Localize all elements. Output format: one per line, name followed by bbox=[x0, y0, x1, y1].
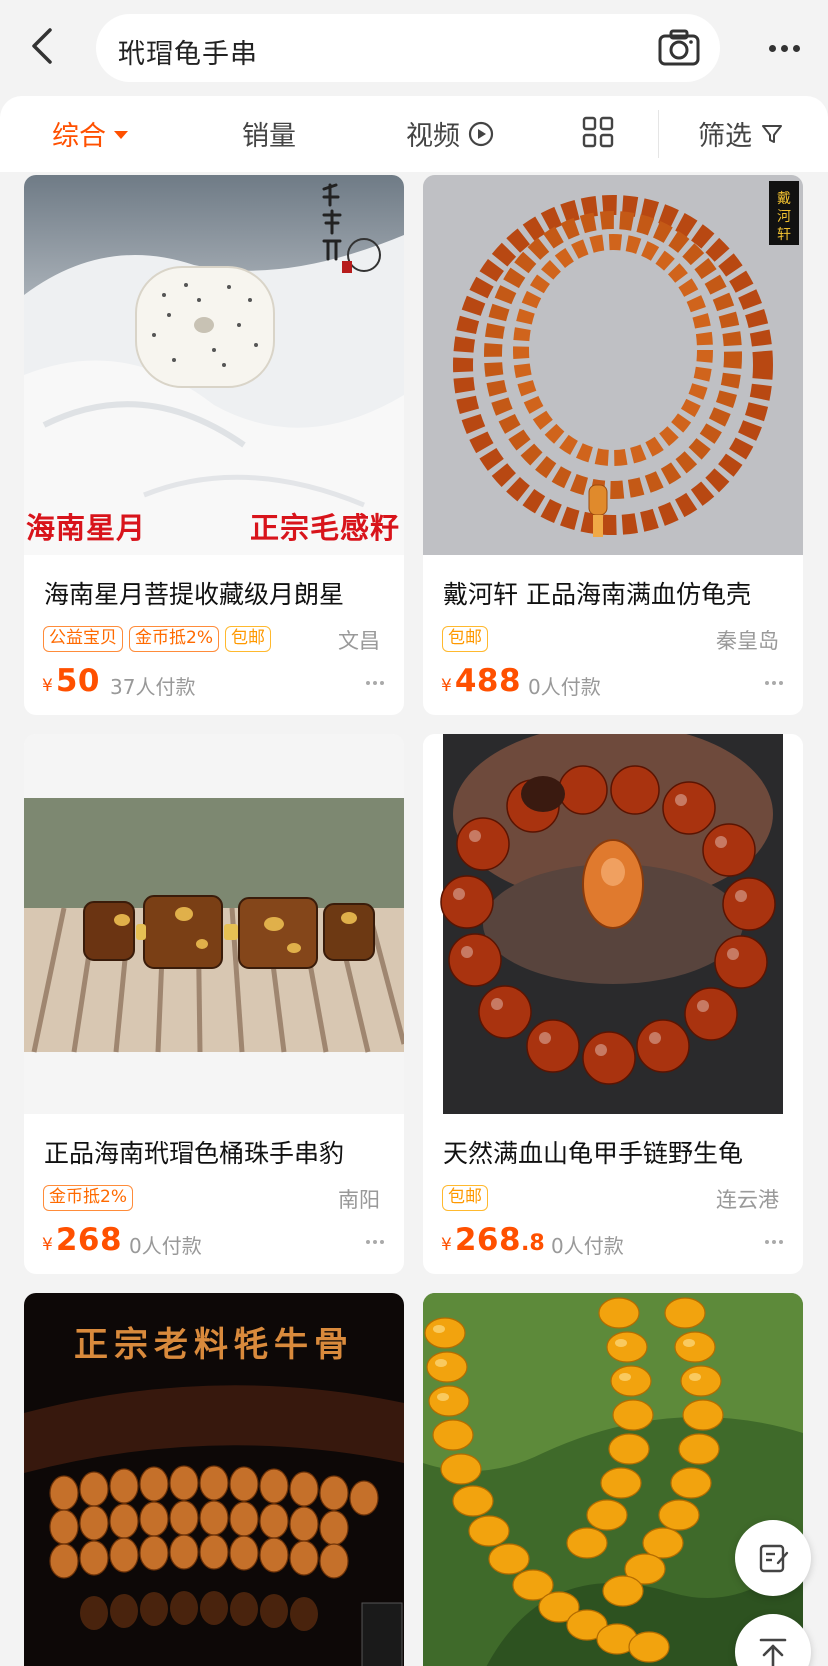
search-query: 玳瑁龟手串 bbox=[118, 39, 258, 70]
product-location: 秦皇岛 bbox=[716, 629, 779, 653]
product-location: 连云港 bbox=[716, 1188, 779, 1212]
product-image[interactable]: 海南星月 正宗毛感籽 bbox=[24, 175, 404, 555]
back-to-top-icon bbox=[759, 1638, 787, 1666]
currency-symbol: ¥ bbox=[441, 676, 452, 696]
product-card[interactable]: 海南星月 正宗毛感籽 海南星月菩提收藏级月朗星 公益宝贝 金币抵2% 包邮 文昌… bbox=[24, 175, 404, 715]
product-title[interactable]: 戴河轩 正品海南满血仿龟壳 bbox=[443, 575, 788, 611]
camera-search-button[interactable] bbox=[656, 26, 702, 70]
grid-view-toggle[interactable] bbox=[582, 116, 614, 148]
price-value: 268 bbox=[55, 1222, 123, 1258]
product-card[interactable] bbox=[423, 1293, 803, 1666]
svg-text:河: 河 bbox=[777, 209, 791, 225]
product-tags: 包邮 bbox=[442, 626, 488, 652]
product-image[interactable]: 戴 河 轩 bbox=[423, 175, 803, 555]
tab-sales[interactable]: 销量 bbox=[242, 114, 296, 153]
price-value: 488 bbox=[454, 663, 522, 699]
price-decimal: .8 bbox=[521, 1231, 545, 1256]
search-input[interactable]: 玳瑁龟手串 bbox=[96, 14, 720, 82]
tab-sales-label: 销量 bbox=[242, 121, 296, 152]
back-button[interactable] bbox=[18, 22, 66, 70]
product-image[interactable]: 正宗老料牦牛骨 bbox=[24, 1293, 404, 1666]
tab-video-label: 视频 bbox=[406, 121, 460, 152]
product-title[interactable]: 天然满血山龟甲手链野生龟 bbox=[443, 1134, 788, 1170]
more-options-button[interactable] bbox=[366, 681, 384, 685]
product-tags: 公益宝贝 金币抵2% 包邮 bbox=[43, 626, 271, 652]
more-options-button[interactable] bbox=[765, 1240, 783, 1244]
product-card[interactable]: 戴 河 轩 戴河轩 正品海南满血仿龟壳 包邮 秦皇岛 ¥ 488 0人付款 bbox=[423, 175, 803, 715]
product-card[interactable]: 正品海南玳瑁色桶珠手串豹 金币抵2% 南阳 ¥ 268 0人付款 bbox=[24, 734, 404, 1274]
product-tags: 金币抵2% bbox=[43, 1185, 133, 1211]
product-tags: 包邮 bbox=[442, 1185, 488, 1211]
more-horizontal-icon bbox=[768, 44, 776, 52]
more-options-button[interactable] bbox=[765, 681, 783, 685]
product-card[interactable]: 天然满血山龟甲手链野生龟 包邮 连云港 ¥ 268 .8 0人付款 bbox=[423, 734, 803, 1274]
tab-video[interactable]: 视频 bbox=[406, 114, 494, 153]
tab-sort-label: 综合 bbox=[52, 121, 106, 152]
product-location: 南阳 bbox=[338, 1188, 380, 1212]
product-title[interactable]: 海南星月菩提收藏级月朗星 bbox=[44, 575, 389, 611]
image-caption-left: 海南星月 bbox=[26, 511, 147, 545]
tag-charity: 公益宝贝 bbox=[43, 626, 123, 652]
tag-coin-discount: 金币抵2% bbox=[43, 1185, 133, 1211]
price-value: 50 bbox=[55, 663, 100, 699]
more-button[interactable] bbox=[760, 26, 808, 70]
divider bbox=[658, 110, 659, 158]
funnel-icon bbox=[762, 124, 782, 143]
note-edit-icon bbox=[759, 1544, 789, 1573]
svg-text:轩: 轩 bbox=[777, 227, 791, 243]
product-price: ¥ 268 .8 bbox=[441, 1222, 545, 1258]
paid-count: 0人付款 bbox=[528, 675, 601, 699]
paid-count: 37人付款 bbox=[110, 675, 196, 699]
price-value: 268 bbox=[454, 1222, 522, 1258]
chevron-left-icon bbox=[32, 28, 52, 64]
top-bar: 玳瑁龟手串 bbox=[0, 0, 828, 96]
filter-bar: 综合 销量 视频 筛选 bbox=[0, 96, 828, 172]
paid-count: 0人付款 bbox=[551, 1234, 624, 1258]
tag-coin-discount: 金币抵2% bbox=[129, 626, 219, 652]
paid-count: 0人付款 bbox=[129, 1234, 202, 1258]
product-location: 文昌 bbox=[338, 629, 380, 653]
tag-free-shipping: 包邮 bbox=[442, 626, 488, 652]
product-image[interactable] bbox=[423, 734, 803, 1114]
currency-symbol: ¥ bbox=[441, 1235, 452, 1255]
product-price: ¥ 50 bbox=[42, 663, 100, 699]
currency-symbol: ¥ bbox=[42, 1235, 53, 1255]
product-image[interactable] bbox=[423, 1293, 803, 1666]
currency-symbol: ¥ bbox=[42, 676, 53, 696]
product-price: ¥ 488 bbox=[441, 663, 521, 699]
tab-sort-comprehensive[interactable]: 综合 bbox=[52, 114, 128, 153]
product-image[interactable] bbox=[24, 734, 404, 1114]
grid-view-icon bbox=[582, 116, 614, 148]
product-price: ¥ 268 bbox=[42, 1222, 122, 1258]
image-caption-right: 正宗毛感籽 bbox=[249, 511, 400, 545]
play-circle-icon bbox=[468, 121, 494, 146]
feedback-button[interactable] bbox=[735, 1520, 811, 1596]
caret-down-icon bbox=[114, 130, 128, 139]
tag-free-shipping: 包邮 bbox=[442, 1185, 488, 1211]
image-caption: 正宗老料牦牛骨 bbox=[74, 1325, 354, 1365]
more-options-button[interactable] bbox=[366, 1240, 384, 1244]
svg-text:戴: 戴 bbox=[777, 191, 791, 207]
product-title[interactable]: 正品海南玳瑁色桶珠手串豹 bbox=[44, 1134, 389, 1170]
tab-filter-label: 筛选 bbox=[698, 121, 752, 152]
product-card[interactable]: 正宗老料牦牛骨 bbox=[24, 1293, 404, 1666]
camera-icon bbox=[658, 29, 700, 66]
tab-filter[interactable]: 筛选 bbox=[698, 114, 784, 153]
tag-free-shipping: 包邮 bbox=[224, 626, 271, 652]
